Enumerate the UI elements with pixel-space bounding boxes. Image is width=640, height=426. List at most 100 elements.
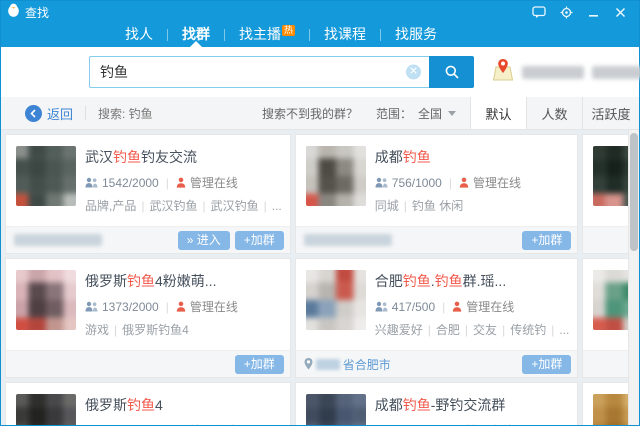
group-stats: 1542/2000|管理在线 bbox=[85, 174, 282, 191]
search-button[interactable] bbox=[429, 56, 474, 88]
location-pin-icon bbox=[304, 358, 313, 370]
card-footer: +加群 bbox=[6, 350, 290, 377]
admin-status: 管理在线 bbox=[190, 298, 238, 315]
group-location-link[interactable]: 省合肥市 bbox=[304, 356, 391, 373]
qq-penguin-icon bbox=[7, 3, 20, 22]
divider: | bbox=[442, 424, 445, 426]
nav-tabs: 找人找群找主播热找课程找服务 bbox=[1, 23, 639, 47]
range-value: 全国 bbox=[418, 105, 442, 122]
redacted-group-info bbox=[304, 234, 392, 246]
divider bbox=[85, 106, 86, 120]
search-input[interactable] bbox=[89, 56, 429, 88]
group-avatar bbox=[306, 394, 366, 425]
nav-tab-label: 找服务 bbox=[395, 26, 437, 42]
group-stats: 1373/2000|管理在线 bbox=[85, 298, 282, 315]
range-dropdown[interactable]: 全国 bbox=[418, 105, 456, 122]
group-title: 成都钓鱼-野钓交流群 bbox=[375, 395, 570, 415]
members-icon bbox=[375, 301, 388, 312]
divider: | bbox=[442, 300, 445, 314]
group-title: 俄罗斯钓鱼4 bbox=[85, 395, 282, 415]
range-label: 范围： bbox=[376, 105, 412, 122]
member-count: 337/500 bbox=[392, 424, 435, 426]
titlebar: 查找 bbox=[1, 1, 639, 23]
join-group-button[interactable]: +加群 bbox=[522, 231, 571, 250]
enter-group-button[interactable]: » 进入 bbox=[178, 231, 230, 250]
group-card[interactable]: 合肥钓鱼.钓鱼群.瑶...417/500|管理在线兴趣爱好|合肥|交友|传统钓|… bbox=[295, 258, 579, 378]
redacted-province bbox=[316, 359, 340, 370]
map-location-icon[interactable] bbox=[492, 58, 514, 87]
group-avatar bbox=[16, 146, 76, 206]
hot-badge: 热 bbox=[282, 25, 295, 36]
window-controls bbox=[532, 5, 633, 19]
group-title: 成都钓鱼 bbox=[375, 147, 570, 167]
member-count: 417/500 bbox=[392, 300, 435, 314]
admin-online-icon bbox=[176, 177, 186, 188]
clear-search-icon[interactable]: ✕ bbox=[406, 65, 421, 80]
nav-tab-label: 找主播 bbox=[239, 26, 281, 42]
sort-tab-默认[interactable]: 默认 bbox=[471, 97, 527, 129]
admin-status: 管理在线 bbox=[466, 298, 514, 315]
back-label: 返回 bbox=[47, 104, 73, 123]
filter-right: 搜索不到我的群？ 范围： 全国 默认人数活跃度 bbox=[262, 97, 639, 129]
search-icon bbox=[444, 64, 460, 80]
group-title: 武汉钓鱼钓友交流 bbox=[85, 147, 282, 167]
topbar: 查找 找人找群找主播热找课程找服务 bbox=[1, 1, 639, 47]
settings-gear-icon[interactable] bbox=[559, 5, 573, 19]
close-icon[interactable] bbox=[613, 5, 627, 19]
feedback-bubble-icon[interactable] bbox=[532, 5, 546, 19]
nav-tab-label: 找人 bbox=[125, 26, 153, 42]
admin-status: 管理在线 bbox=[466, 422, 514, 425]
group-stats: 337/500 | 管理在线 bbox=[375, 422, 570, 425]
group-card[interactable]: 俄罗斯钓鱼41596/2000|管理在线+加群 bbox=[5, 382, 291, 425]
group-avatar bbox=[306, 270, 366, 330]
admin-online-icon bbox=[176, 301, 186, 312]
group-grid: 武汉钓鱼钓友交流1542/2000|管理在线品牌,产品|武汉钓鱼|武汉钓鱼|..… bbox=[5, 134, 624, 425]
search-box: ✕ bbox=[89, 56, 474, 88]
redacted-location-text bbox=[522, 66, 584, 79]
join-group-button[interactable]: +加群 bbox=[522, 355, 571, 374]
group-stats: 417/500 | 管理在线 bbox=[375, 298, 570, 315]
admin-status: 管理在线 bbox=[473, 174, 521, 191]
group-tags: 游戏|俄罗斯钓鱼4 bbox=[85, 321, 282, 338]
back-arrow-icon bbox=[25, 105, 42, 122]
members-icon bbox=[85, 301, 98, 312]
group-title: 合肥钓鱼.钓鱼群.瑶... bbox=[375, 271, 570, 291]
nav-tab-找人[interactable]: 找人 bbox=[111, 23, 167, 47]
results-area: 武汉钓鱼钓友交流1542/2000|管理在线品牌,产品|武汉钓鱼|武汉钓鱼|..… bbox=[1, 130, 639, 425]
sort-tab-活跃度[interactable]: 活跃度 bbox=[583, 97, 639, 129]
nav-tab-找服务[interactable]: 找服务 bbox=[381, 23, 451, 47]
scrollbar-thumb[interactable] bbox=[630, 133, 638, 251]
redacted-group-info bbox=[14, 234, 102, 246]
nav-tab-找主播[interactable]: 找主播热 bbox=[225, 23, 309, 47]
group-stats: 1596/2000 | 管理在线 bbox=[85, 422, 282, 425]
sort-tab-人数[interactable]: 人数 bbox=[527, 97, 583, 129]
find-window: 查找 找人找群找主播热找课程找服务 ✕ bbox=[0, 0, 640, 426]
nav-tab-label: 找课程 bbox=[324, 26, 366, 42]
group-avatar bbox=[306, 146, 366, 206]
location-info bbox=[492, 58, 640, 87]
member-count: 1596/2000 bbox=[102, 424, 159, 426]
group-card[interactable]: 武汉钓鱼钓友交流1542/2000|管理在线品牌,产品|武汉钓鱼|武汉钓鱼|..… bbox=[5, 134, 291, 254]
back-button[interactable]: 返回 bbox=[25, 104, 73, 123]
group-tags: 同城|钓鱼 休闲 bbox=[375, 197, 570, 214]
chevron-down-icon bbox=[448, 111, 456, 116]
join-group-button[interactable]: +加群 bbox=[235, 355, 284, 374]
group-card[interactable]: 成都钓鱼-野钓交流群337/500|管理在线+加群 bbox=[295, 382, 579, 425]
admin-status: 管理在线 bbox=[190, 422, 238, 425]
group-card[interactable]: 成都钓鱼756/1000|管理在线同城|钓鱼 休闲+加群 bbox=[295, 134, 579, 254]
nav-tab-找课程[interactable]: 找课程 bbox=[310, 23, 380, 47]
divider: | bbox=[166, 424, 169, 426]
group-title: 俄罗斯钓鱼4粉嫩萌... bbox=[85, 271, 282, 291]
group-avatar bbox=[16, 394, 76, 425]
scrollbar-track[interactable] bbox=[628, 130, 639, 425]
title-left: 查找 bbox=[7, 3, 49, 22]
card-footer: 省合肥市 +加群 bbox=[296, 350, 578, 377]
card-footer: » 进入 +加群 bbox=[6, 226, 290, 253]
filter-bar: 返回 搜索: 钓鱼 搜索不到我的群？ 范围： 全国 默认人数活跃度 bbox=[1, 97, 639, 130]
join-group-button[interactable]: +加群 bbox=[235, 231, 284, 250]
minimize-icon[interactable] bbox=[586, 5, 600, 19]
group-card[interactable]: 俄罗斯钓鱼4粉嫩萌... 1373/2000|管理在线游戏|俄罗斯钓鱼4 +加群 bbox=[5, 258, 291, 378]
admin-status: 管理在线 bbox=[190, 174, 238, 191]
cant-find-group-link[interactable]: 搜索不到我的群？ bbox=[262, 105, 358, 122]
nav-tab-找群[interactable]: 找群 bbox=[168, 23, 224, 47]
